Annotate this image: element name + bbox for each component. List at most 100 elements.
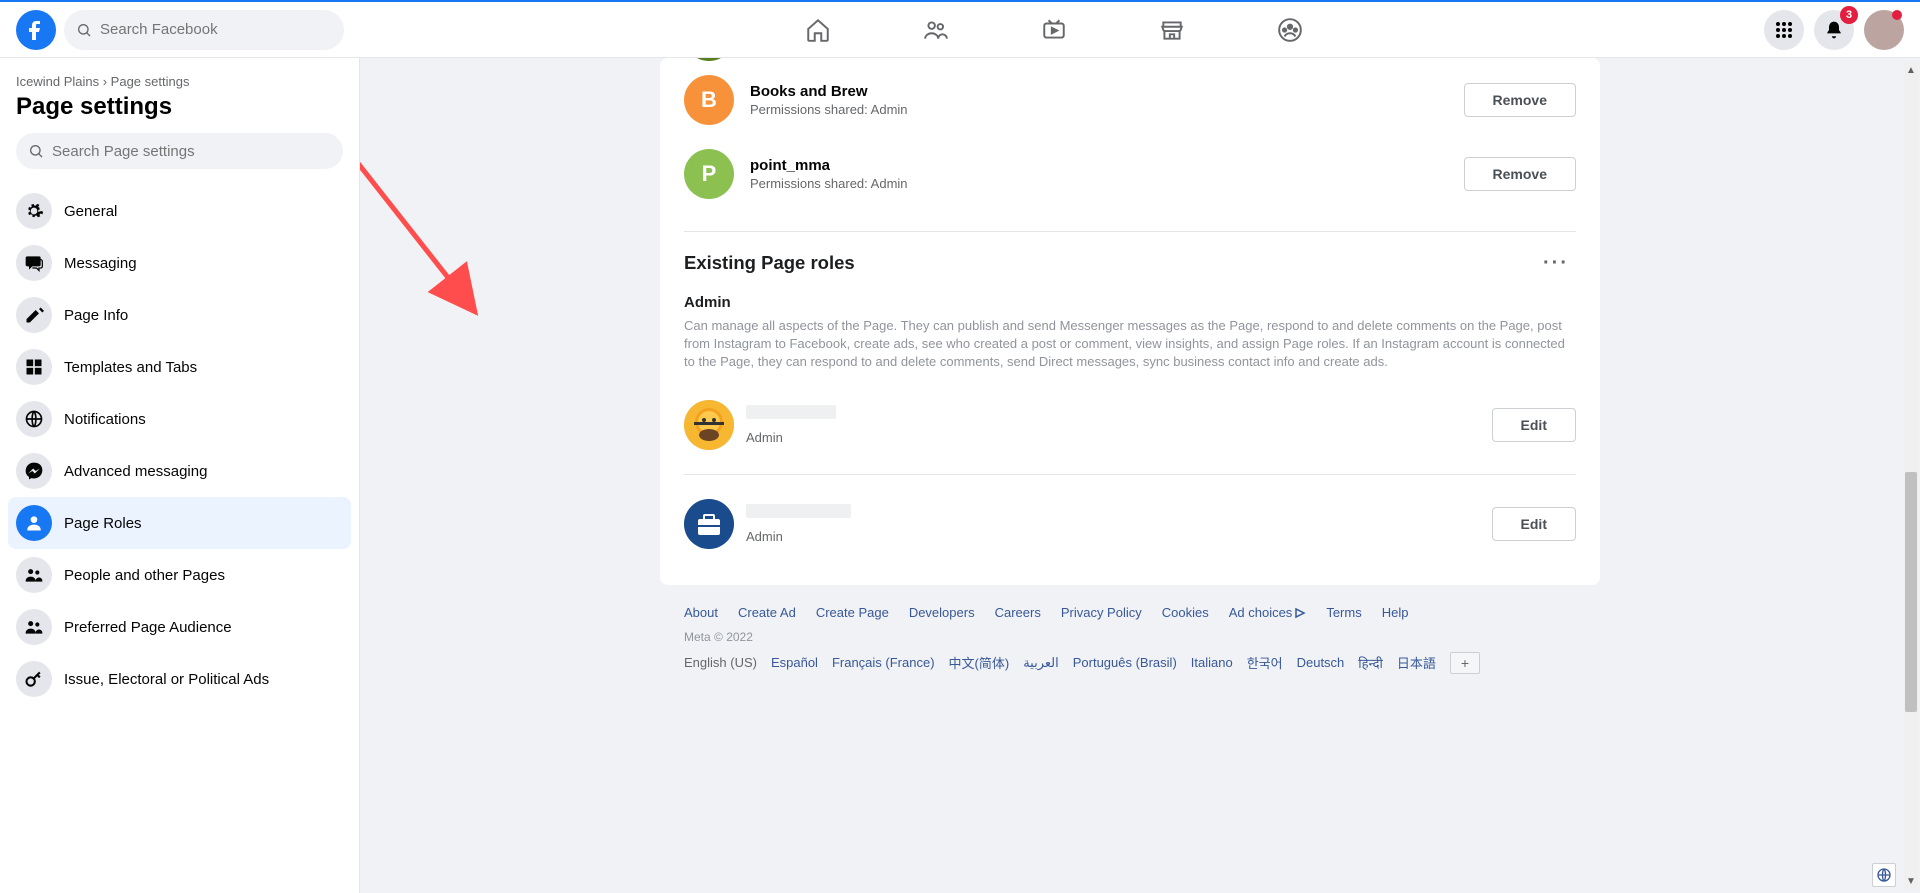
groups-icon (1277, 17, 1303, 43)
annotation-arrow (360, 133, 502, 333)
sidebar-item-people[interactable]: People and other Pages (8, 549, 351, 601)
sidebar-item-label: General (64, 203, 117, 220)
marketplace-icon (1159, 17, 1185, 43)
sidebar-item-label: People and other Pages (64, 567, 225, 584)
notification-badge: 3 (1840, 6, 1858, 24)
footer-link[interactable]: Create Page (816, 605, 889, 620)
footer-link[interactable]: Privacy Policy (1061, 605, 1142, 620)
breadcrumb-current[interactable]: Page settings (111, 74, 190, 89)
more-button[interactable]: ··· (1536, 252, 1576, 275)
footer-link[interactable]: Help (1382, 605, 1409, 620)
sidebar-item-audience[interactable]: Preferred Page Audience (8, 601, 351, 653)
footer-lang[interactable]: Español (771, 655, 818, 670)
sidebar-item-ads[interactable]: Issue, Electoral or Political Ads (8, 653, 351, 705)
nav-groups[interactable] (1235, 6, 1345, 54)
nav-home[interactable] (763, 6, 873, 54)
chat-icon (16, 245, 52, 281)
footer-lang[interactable]: 日本語 (1397, 653, 1436, 672)
footer-link[interactable]: Cookies (1162, 605, 1209, 620)
role-title: Admin (684, 294, 1576, 311)
sidebar-item-label: Advanced messaging (64, 463, 207, 480)
footer-lang[interactable]: Français (France) (832, 655, 935, 670)
divider (684, 474, 1576, 475)
menu-button[interactable] (1764, 10, 1804, 50)
sidebar-item-label: Messaging (64, 255, 137, 272)
footer-link[interactable]: Careers (995, 605, 1041, 620)
account-avatar[interactable] (1864, 10, 1904, 50)
sidebar-item-templates[interactable]: Templates and Tabs (8, 341, 351, 393)
shared-avatar: B (684, 75, 734, 125)
admin-name-redacted (746, 405, 836, 419)
shared-permission: Permissions shared: Admin (750, 176, 1448, 191)
scroll-up-icon[interactable]: ▲ (1904, 62, 1918, 78)
sidebar-item-advanced-messaging[interactable]: Advanced messaging (8, 445, 351, 497)
scroll-thumb[interactable] (1905, 472, 1917, 712)
sidebar-item-page-roles[interactable]: Page Roles (8, 497, 351, 549)
global-search[interactable] (64, 10, 344, 50)
admin-name-redacted (746, 504, 851, 518)
footer-lang[interactable]: हिन्दी (1358, 654, 1383, 672)
gear-icon (16, 193, 52, 229)
add-language-button[interactable]: + (1450, 652, 1480, 674)
footer-lang[interactable]: Deutsch (1297, 655, 1345, 670)
admin-avatar (684, 400, 734, 450)
footer-lang-current: English (US) (684, 655, 757, 670)
shared-info: Books and Brew Permissions shared: Admin (750, 83, 1448, 117)
breadcrumb-page-link[interactable]: Icewind Plains (16, 74, 99, 89)
topbar-right: 3 (1764, 10, 1904, 50)
people-icon (16, 609, 52, 645)
sidebar-item-messaging[interactable]: Messaging (8, 237, 351, 289)
facebook-logo[interactable] (16, 10, 56, 50)
notifications-button[interactable]: 3 (1814, 10, 1854, 50)
search-icon (28, 143, 44, 159)
sidebar-item-page-info[interactable]: Page Info (8, 289, 351, 341)
role-description: Can manage all aspects of the Page. They… (684, 317, 1576, 372)
sidebar-search-input[interactable] (52, 143, 331, 160)
edit-button[interactable]: Edit (1492, 507, 1576, 541)
edit-button[interactable]: Edit (1492, 408, 1576, 442)
shared-name: Books and Brew (750, 83, 1448, 100)
shared-avatar: P (684, 149, 734, 199)
footer-lang[interactable]: Português (Brasil) (1073, 655, 1177, 670)
footer-link[interactable]: About (684, 605, 718, 620)
home-icon (805, 17, 831, 43)
footer-lang[interactable]: 한국어 (1247, 653, 1283, 672)
nav-marketplace[interactable] (1117, 6, 1227, 54)
footer-link[interactable]: Create Ad (738, 605, 796, 620)
watch-icon (1041, 17, 1067, 43)
people-icon (16, 557, 52, 593)
remove-button[interactable]: Remove (1464, 157, 1576, 191)
sidebar-item-label: Page Info (64, 307, 128, 324)
admin-item: Admin Edit (684, 388, 1576, 462)
adchoices-icon (1294, 607, 1306, 619)
section-title: Existing Page roles (684, 252, 855, 274)
footer-link[interactable]: Terms (1326, 605, 1361, 620)
sidebar-item-notifications[interactable]: Notifications (8, 393, 351, 445)
admin-role: Admin (746, 529, 1480, 544)
content-card: B Books and Brew Permissions shared: Adm… (660, 58, 1600, 585)
account-dot (1892, 10, 1902, 20)
sidebar-item-label: Issue, Electoral or Political Ads (64, 671, 269, 688)
footer-lang[interactable]: العربية (1023, 655, 1059, 671)
language-globe-button[interactable] (1872, 863, 1896, 887)
sidebar-item-general[interactable]: General (8, 185, 351, 237)
admin-item: Admin Edit (684, 487, 1576, 561)
footer-lang[interactable]: 中文(简体) (949, 653, 1010, 672)
admin-role: Admin (746, 430, 1480, 445)
footer-link[interactable]: Ad choices (1229, 605, 1307, 620)
friends-icon (923, 17, 949, 43)
remove-button[interactable]: Remove (1464, 83, 1576, 117)
global-search-input[interactable] (100, 21, 332, 38)
footer-lang[interactable]: Italiano (1191, 655, 1233, 670)
nav-watch[interactable] (999, 6, 1109, 54)
nav-friends[interactable] (881, 6, 991, 54)
sidebar-search[interactable] (16, 133, 343, 169)
pencil-icon (16, 297, 52, 333)
scroll-down-icon[interactable]: ▼ (1904, 873, 1918, 889)
scrollbar[interactable]: ▲ ▼ (1904, 62, 1918, 889)
main-content: B Books and Brew Permissions shared: Adm… (360, 58, 1900, 893)
shared-info: point_mma Permissions shared: Admin (750, 157, 1448, 191)
sidebar-item-label: Notifications (64, 411, 146, 428)
messenger-icon (16, 453, 52, 489)
footer-link[interactable]: Developers (909, 605, 975, 620)
